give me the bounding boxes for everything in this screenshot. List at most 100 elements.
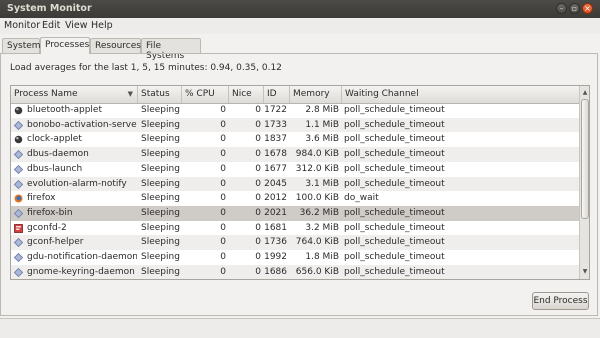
table-row[interactable]: gnome-keyring-daemon Sleeping 0 0 1686 656.0 … <box>11 264 579 279</box>
cell-process-name: dbus-launch <box>11 162 137 177</box>
minimize-icon: – <box>559 3 564 13</box>
cell-waiting-channel: poll_schedule_timeout <box>344 149 445 160</box>
tab-resources[interactable]: Resources <box>90 38 141 53</box>
firefox-icon <box>14 194 23 203</box>
vertical-scrollbar[interactable]: ▲ ▼ <box>579 86 589 279</box>
cell-status: Sleeping <box>141 252 180 262</box>
cell-memory: 312.0 KiB <box>295 163 339 174</box>
cell-nice: 0 <box>255 105 261 115</box>
tab-file-systems[interactable]: File Systems <box>141 38 201 61</box>
scroll-down-icon[interactable]: ▼ <box>580 268 589 276</box>
table-row[interactable]: clock-applet Sleeping 0 0 1837 3.6 MiB poll_sc… <box>11 132 579 147</box>
cell-process-name: firefox-bin <box>11 206 137 221</box>
cell-waiting-channel: poll_schedule_timeout <box>344 222 445 233</box>
tab-processes[interactable]: Processes <box>40 37 90 54</box>
column-header-nice[interactable]: Nice <box>229 86 264 103</box>
cell-waiting-channel: poll_schedule_timeout <box>344 163 445 174</box>
menu-view[interactable]: View <box>65 20 88 31</box>
window-titlebar: System Monitor – ▫ × <box>0 0 600 18</box>
menu-edit[interactable]: Edit <box>42 20 60 31</box>
column-header-cpu[interactable]: % CPU <box>182 86 229 103</box>
minimize-button[interactable]: – <box>556 3 567 14</box>
gconf-icon <box>14 223 23 233</box>
cell-id: 1992 <box>264 252 287 262</box>
cell-waiting-channel: poll_schedule_timeout <box>344 119 445 130</box>
cell-status: Sleeping <box>141 178 180 189</box>
tab-system[interactable]: System <box>2 38 41 53</box>
cell-process-name: gconfd-2 <box>11 221 137 236</box>
cell-process-name: firefox <box>11 191 137 206</box>
cell-process-name: gnome-keyring-daemon <box>11 265 137 279</box>
cell-cpu: 0 <box>220 105 226 115</box>
cell-status: Sleeping <box>141 149 180 160</box>
cell-status: Sleeping <box>141 207 180 218</box>
process-name-label: clock-applet <box>27 134 82 145</box>
table-row[interactable]: dbus-launch Sleeping 0 0 1677 312.0 KiB poll_s… <box>11 162 579 177</box>
app-icon <box>14 135 23 144</box>
process-name-label: dbus-daemon <box>27 149 89 160</box>
cell-waiting-channel: poll_schedule_timeout <box>344 252 445 262</box>
cell-waiting-channel: poll_schedule_timeout <box>344 266 445 277</box>
menu-monitor[interactable]: Monitor <box>4 20 40 31</box>
table-row[interactable]: bluetooth-applet Sleeping 0 0 1722 2.8 MiB pol… <box>11 103 579 118</box>
cell-cpu: 0 <box>220 207 226 218</box>
diamond-icon <box>13 267 24 277</box>
end-process-button[interactable]: End Process <box>532 292 589 310</box>
table-row[interactable]: gdu-notification-daemon Sleeping 0 0 1992 1.8… <box>11 250 579 265</box>
cell-status: Sleeping <box>141 222 180 233</box>
table-row[interactable]: gconf-helper Sleeping 0 0 1736 764.0 KiB poll_… <box>11 235 579 250</box>
cell-id: 1837 <box>264 134 287 145</box>
diamond-icon <box>13 120 24 130</box>
process-table: Process Name ▼ Status % CPU Nice ID Memo… <box>10 85 590 280</box>
cell-waiting-channel: poll_schedule_timeout <box>344 134 445 145</box>
cell-cpu: 0 <box>220 119 226 130</box>
window-title: System Monitor <box>7 3 92 14</box>
menu-help[interactable]: Help <box>91 20 113 31</box>
table-row[interactable]: firefox Sleeping 0 0 2012 100.0 KiB do_wait <box>11 191 579 206</box>
cell-process-name: dbus-daemon <box>11 147 137 162</box>
cell-status: Sleeping <box>141 237 180 248</box>
cell-memory: 2.8 MiB <box>305 105 339 115</box>
column-header-memory[interactable]: Memory <box>290 86 342 103</box>
process-name-label: gdu-notification-daemon <box>27 252 137 262</box>
app-icon <box>14 106 23 115</box>
scrollbar-thumb[interactable] <box>581 99 589 219</box>
cell-process-name: bonobo-activation-server <box>11 118 137 133</box>
process-name-label: firefox-bin <box>27 207 73 218</box>
close-icon: × <box>584 3 591 13</box>
cell-cpu: 0 <box>220 266 226 277</box>
cell-nice: 0 <box>255 266 261 277</box>
table-row[interactable]: evolution-alarm-notify Sleeping 0 0 2045 3.1 … <box>11 176 579 192</box>
table-row[interactable]: dbus-daemon Sleeping 0 0 1678 984.0 KiB poll_s… <box>11 147 579 162</box>
close-button[interactable]: × <box>582 3 593 14</box>
table-row[interactable]: gconfd-2 Sleeping 0 0 1681 3.2 MiB poll_schedu… <box>11 221 579 236</box>
load-averages: Load averages for the last 1, 5, 15 minu… <box>10 63 282 73</box>
cell-id: 2045 <box>264 178 287 189</box>
cell-cpu: 0 <box>220 178 226 189</box>
cell-nice: 0 <box>255 134 261 145</box>
cell-id: 1722 <box>264 105 287 115</box>
column-header-id[interactable]: ID <box>264 86 290 103</box>
cell-memory: 1.8 MiB <box>305 252 339 262</box>
diamond-icon <box>13 238 24 248</box>
diamond-icon <box>13 208 24 218</box>
process-name-label: bonobo-activation-server <box>27 119 137 130</box>
cell-status: Sleeping <box>141 105 180 115</box>
cell-process-name: gdu-notification-daemon <box>11 250 137 265</box>
process-name-label: gconf-helper <box>27 237 84 248</box>
maximize-button[interactable]: ▫ <box>569 3 580 14</box>
table-row[interactable]: bonobo-activation-server Sleeping 0 0 1733 1.… <box>11 117 579 133</box>
table-header: Process Name ▼ Status % CPU Nice ID Memo… <box>11 86 579 104</box>
scroll-up-icon[interactable]: ▲ <box>580 89 589 97</box>
table-row-selected[interactable]: firefox-bin Sleeping 0 0 2021 36.2 MiB poll_sc… <box>11 205 579 221</box>
cell-id: 1677 <box>264 163 287 174</box>
cell-cpu: 0 <box>220 193 226 204</box>
maximize-icon: ▫ <box>571 3 578 13</box>
column-header-waiting-channel[interactable]: Waiting Channel <box>342 86 579 103</box>
process-name-label: evolution-alarm-notify <box>27 178 127 189</box>
column-header-status[interactable]: Status <box>138 86 182 103</box>
column-header-process-name[interactable]: Process Name ▼ <box>11 86 138 103</box>
column-header-label: Process Name <box>14 89 78 99</box>
cell-waiting-channel: poll_schedule_timeout <box>344 207 445 218</box>
cell-status: Sleeping <box>141 266 180 277</box>
